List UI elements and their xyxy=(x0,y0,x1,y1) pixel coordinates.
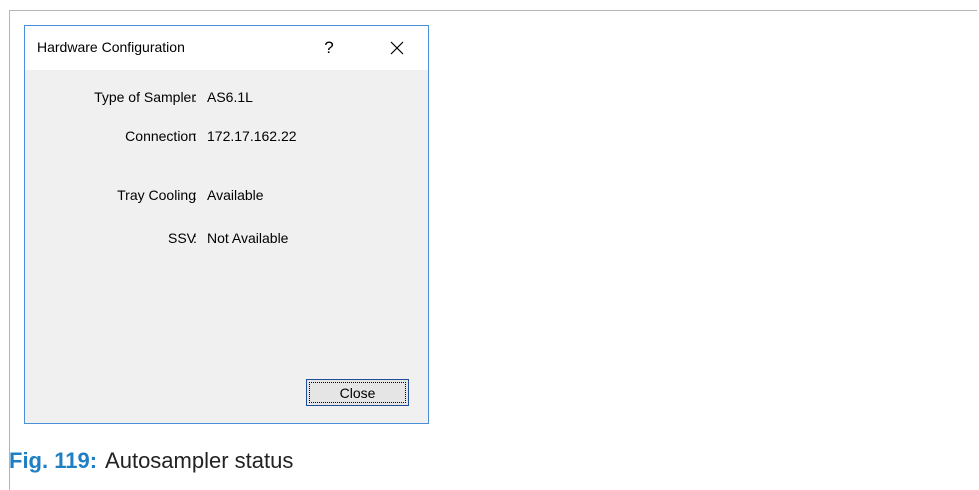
caption-text: Autosampler status xyxy=(105,448,294,473)
close-button[interactable]: Close xyxy=(306,379,409,406)
info-row-tray-cooling: Tray Cooling : Available xyxy=(25,187,428,207)
info-label: Connection xyxy=(125,128,196,144)
info-row-ssv: SSV : Not Available xyxy=(25,230,428,250)
info-label: Tray Cooling xyxy=(117,187,196,203)
caption-figure-number: Fig. 119: xyxy=(9,448,98,473)
info-value: 172.17.162.22 xyxy=(207,128,297,144)
info-label: SSV xyxy=(167,230,196,246)
info-label: Type of Sampler xyxy=(94,89,196,105)
info-value: Not Available xyxy=(207,230,289,246)
dialog-title: Hardware Configuration xyxy=(37,39,185,55)
info-colon: : xyxy=(193,128,197,144)
info-value: AS6.1L xyxy=(207,89,253,105)
info-row-type-of-sampler: Type of Sampler : AS6.1L xyxy=(25,89,428,109)
close-icon[interactable] xyxy=(377,31,417,65)
info-colon: : xyxy=(193,89,197,105)
help-button[interactable]: ? xyxy=(311,31,347,65)
dialog-titlebar: Hardware Configuration ? xyxy=(25,26,428,70)
info-value: Available xyxy=(207,187,264,203)
info-colon: : xyxy=(193,187,197,203)
close-x-glyph xyxy=(390,41,404,55)
hardware-configuration-dialog: Hardware Configuration ? Type of Sampler… xyxy=(24,25,429,424)
info-colon: : xyxy=(193,230,197,246)
info-row-connection: Connection : 172.17.162.22 xyxy=(25,128,428,148)
figure-caption: Fig. 119: Autosampler status xyxy=(9,448,293,474)
